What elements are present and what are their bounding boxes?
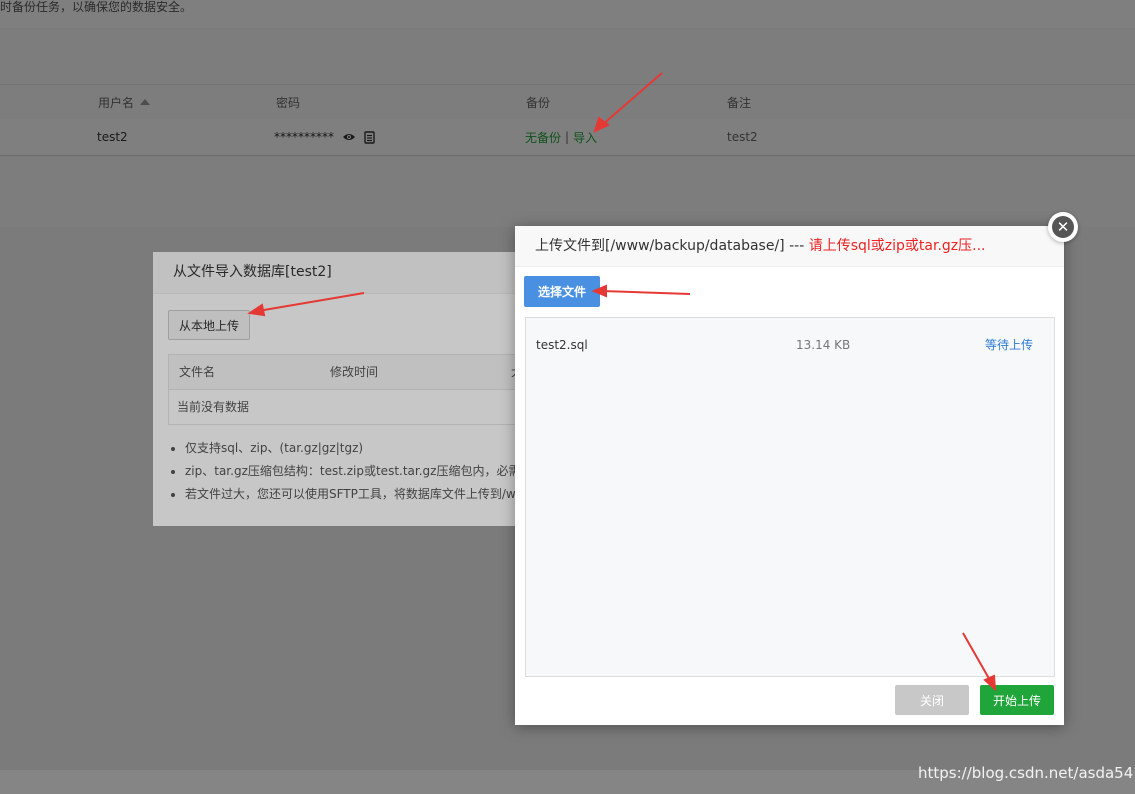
- import-notes: 仅支持sql、zip、(tar.gz|gz|tgz) zip、tar.gz压缩包…: [169, 437, 532, 506]
- upload-title-warning: 请上传sql或zip或tar.gz压...: [808, 238, 986, 254]
- file-size: 13.14 KB: [796, 338, 851, 352]
- backup-file-table: 文件名 修改时间 大 当前没有数据: [168, 354, 553, 425]
- note-item: 若文件过大，您还可以使用SFTP工具，将数据库文件上传到/w: [185, 483, 532, 506]
- upload-dialog-title: 上传文件到[/www/backup/database/] --- 请上传sql或…: [515, 226, 1064, 267]
- file-status: 等待上传: [985, 338, 1034, 352]
- empty-row: 当前没有数据: [169, 390, 553, 424]
- upload-file-list: test2.sql 13.14 KB 等待上传: [525, 317, 1055, 677]
- column-filename: 文件名: [179, 365, 216, 379]
- column-mtime: 修改时间: [330, 365, 379, 379]
- close-button[interactable]: 关闭: [895, 685, 969, 715]
- file-name: test2.sql: [536, 338, 588, 352]
- close-icon: ✕: [1052, 216, 1074, 238]
- watermark-text: https://blog.csdn.net/asda541: [918, 764, 1135, 782]
- dialog-close-button[interactable]: ✕: [1048, 212, 1078, 242]
- list-item: test2.sql 13.14 KB 等待上传: [526, 328, 1054, 362]
- upload-local-button[interactable]: 从本地上传: [168, 310, 250, 340]
- note-item: zip、tar.gz压缩包结构：test.zip或test.tar.gz压缩包内…: [185, 460, 532, 483]
- choose-file-button[interactable]: 选择文件: [524, 276, 600, 307]
- import-from-file-dialog: 从文件导入数据库[test2] 从本地上传 文件名 修改时间 大 当前没有数据 …: [153, 252, 553, 526]
- empty-text: 当前没有数据: [177, 400, 250, 414]
- upload-file-dialog: 上传文件到[/www/backup/database/] --- 请上传sql或…: [515, 226, 1064, 725]
- file-table-header: 文件名 修改时间 大: [169, 355, 553, 390]
- note-item: 仅支持sql、zip、(tar.gz|gz|tgz): [185, 437, 532, 460]
- upload-title-path: 上传文件到[/www/backup/database/] ---: [535, 238, 809, 254]
- import-dialog-title: 从文件导入数据库[test2]: [153, 252, 553, 294]
- start-upload-button[interactable]: 开始上传: [980, 685, 1054, 715]
